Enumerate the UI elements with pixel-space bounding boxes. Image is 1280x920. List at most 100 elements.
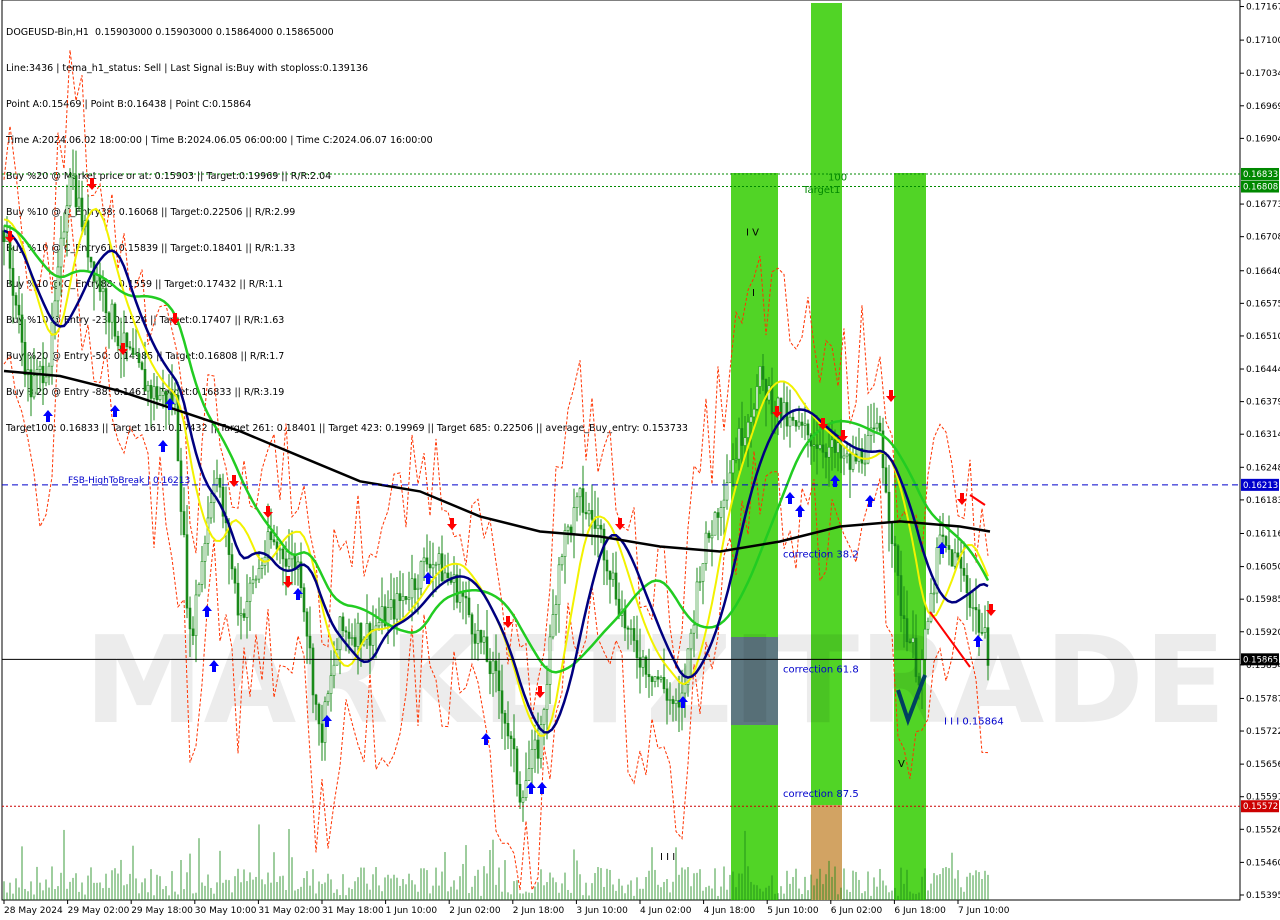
buy-arrow-icon — [158, 440, 168, 452]
y-tick-label: 0.16708 — [1246, 233, 1280, 243]
candle-body — [344, 630, 348, 633]
candle-body — [704, 532, 708, 564]
candle-body — [746, 421, 750, 438]
x-tick-label: 3 Jun 10:00 — [576, 906, 628, 916]
candle-body — [80, 197, 84, 228]
candle-body — [548, 636, 552, 685]
candle-body — [251, 579, 255, 584]
candle-body — [578, 488, 582, 498]
candle-body — [89, 256, 93, 263]
y-tick-label: 0.17167 — [1246, 3, 1280, 13]
y-axis: 0.17167 0.17100 0.17034 0.16969 0.16904 0.167… — [1240, 3, 1280, 901]
candle-body — [665, 688, 669, 701]
candle-body — [698, 581, 702, 583]
candle-body — [515, 748, 519, 785]
candle-body — [413, 578, 417, 590]
y-tick-label: 0.15787 — [1246, 694, 1280, 704]
candle-body — [536, 739, 540, 759]
candle-body — [161, 390, 165, 396]
candle-body — [884, 467, 888, 493]
candle-body — [68, 176, 72, 207]
y-tick-label: 0.15526 — [1246, 825, 1280, 835]
price-chart[interactable]: MARKETZITRADE0.16213FSB-HighToBreak | 0.… — [0, 0, 1280, 920]
y-tick-label: 0.17034 — [1246, 69, 1280, 79]
candle-body — [932, 592, 936, 595]
candle-body — [488, 661, 492, 675]
candle-body — [716, 512, 720, 518]
candle-body — [827, 446, 831, 458]
candle-body — [134, 353, 138, 355]
candle-body — [314, 694, 318, 705]
y-tick-label: 0.15920 — [1246, 628, 1280, 638]
candle-body — [560, 556, 564, 566]
candle-body — [863, 462, 867, 465]
candle-body — [116, 335, 120, 347]
candle-body — [203, 543, 207, 562]
price-tag-label: 0.16213 — [1243, 481, 1278, 491]
candle-body — [701, 563, 705, 582]
candle-body — [248, 582, 252, 602]
candle-body — [890, 521, 894, 545]
candle-body — [104, 288, 108, 314]
candle-body — [23, 342, 27, 376]
candle-body — [353, 637, 357, 647]
candle-body — [584, 512, 588, 515]
y-tick-label: 0.16444 — [1246, 365, 1280, 375]
candle-body — [272, 539, 276, 543]
sell-arrow-icon — [87, 178, 97, 190]
candle-body — [302, 587, 306, 613]
candle-body — [821, 444, 825, 453]
candle-body — [797, 421, 801, 427]
candle-body — [758, 366, 762, 387]
candle-body — [65, 205, 69, 233]
candle-body — [512, 738, 516, 750]
candle-body — [467, 597, 471, 616]
y-tick-label: 0.16248 — [1246, 463, 1280, 473]
candle-body — [269, 531, 273, 540]
y-tick-label: 0.16116 — [1246, 529, 1280, 539]
candle-body — [485, 636, 489, 662]
candle-body — [683, 684, 687, 694]
candle-body — [410, 578, 414, 599]
plot-frame — [1, 0, 1241, 901]
x-tick-label: 31 May 18:00 — [322, 906, 384, 916]
candle-body — [509, 735, 513, 739]
candle-body — [608, 570, 612, 580]
candle-body — [707, 532, 711, 539]
sell-arrow-icon — [447, 518, 457, 530]
x-tick-label: 2 Jun 02:00 — [449, 906, 501, 916]
candle-body — [500, 690, 504, 714]
price-level-label: FSB-HighToBreak | 0.16213 — [68, 476, 190, 486]
candle-body — [554, 604, 558, 615]
candle-body — [443, 572, 447, 582]
candle-body — [152, 386, 156, 399]
x-tick-label: 6 Jun 18:00 — [894, 906, 946, 916]
candle-body — [734, 458, 738, 461]
candle-body — [131, 347, 135, 355]
candle-body — [692, 624, 696, 634]
candle-body — [239, 613, 243, 616]
candle-body — [398, 593, 402, 601]
candle-body — [752, 408, 756, 418]
candle-body — [947, 545, 951, 550]
candle-body — [497, 670, 501, 692]
price-tag-label: 0.16833 — [1243, 170, 1278, 180]
candle-body — [407, 597, 411, 600]
y-tick-label: 0.15985 — [1246, 595, 1280, 605]
buy-arrow-icon — [795, 505, 805, 517]
candle-body — [656, 676, 660, 680]
candle-body — [284, 558, 288, 567]
candle-body — [527, 768, 531, 781]
candle-body — [143, 368, 147, 392]
buy-arrow-icon — [526, 782, 536, 794]
candle-body — [287, 558, 291, 567]
candle-body — [575, 496, 579, 508]
candle-body — [479, 629, 483, 643]
candle-body — [233, 568, 237, 584]
candle-body — [710, 534, 714, 539]
buy-arrow-icon — [537, 782, 547, 794]
candle-body — [197, 584, 201, 596]
candle-body — [377, 622, 381, 627]
candle-body — [911, 637, 915, 643]
candle-body — [632, 628, 636, 641]
